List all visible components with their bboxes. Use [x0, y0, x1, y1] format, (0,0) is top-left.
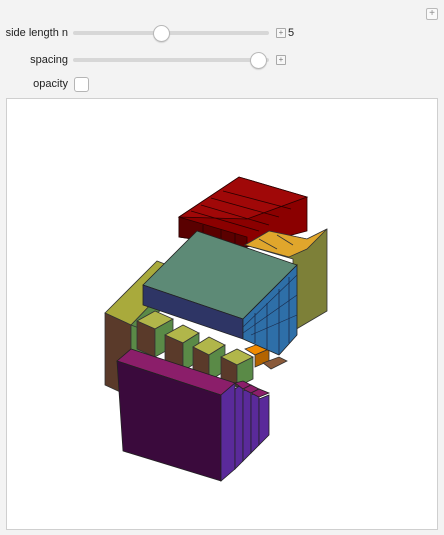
side-length-value: 5 [288, 27, 295, 39]
opacity-checkbox[interactable] [74, 77, 89, 92]
side-length-slider-thumb[interactable] [152, 25, 170, 42]
side-length-label: side length n [5, 27, 68, 39]
opacity-label: opacity [33, 78, 68, 90]
spacing-slider-track[interactable] [73, 58, 269, 62]
spacing-slider-thumb[interactable] [250, 52, 268, 69]
opacity-row: opacity [0, 76, 444, 92]
side-length-expand-icon[interactable]: + [276, 28, 286, 38]
spacing-expand-icon[interactable]: + [276, 55, 286, 65]
spacing-row: spacing + [0, 52, 444, 69]
graphics-panel[interactable] [6, 98, 438, 530]
options-plus-icon[interactable]: + [426, 8, 438, 20]
cube-dissection-graphic[interactable] [7, 99, 437, 529]
spacing-label: spacing [30, 54, 68, 66]
side-length-row: side length n + 5 [0, 25, 444, 42]
side-length-slider-track[interactable] [73, 31, 269, 35]
